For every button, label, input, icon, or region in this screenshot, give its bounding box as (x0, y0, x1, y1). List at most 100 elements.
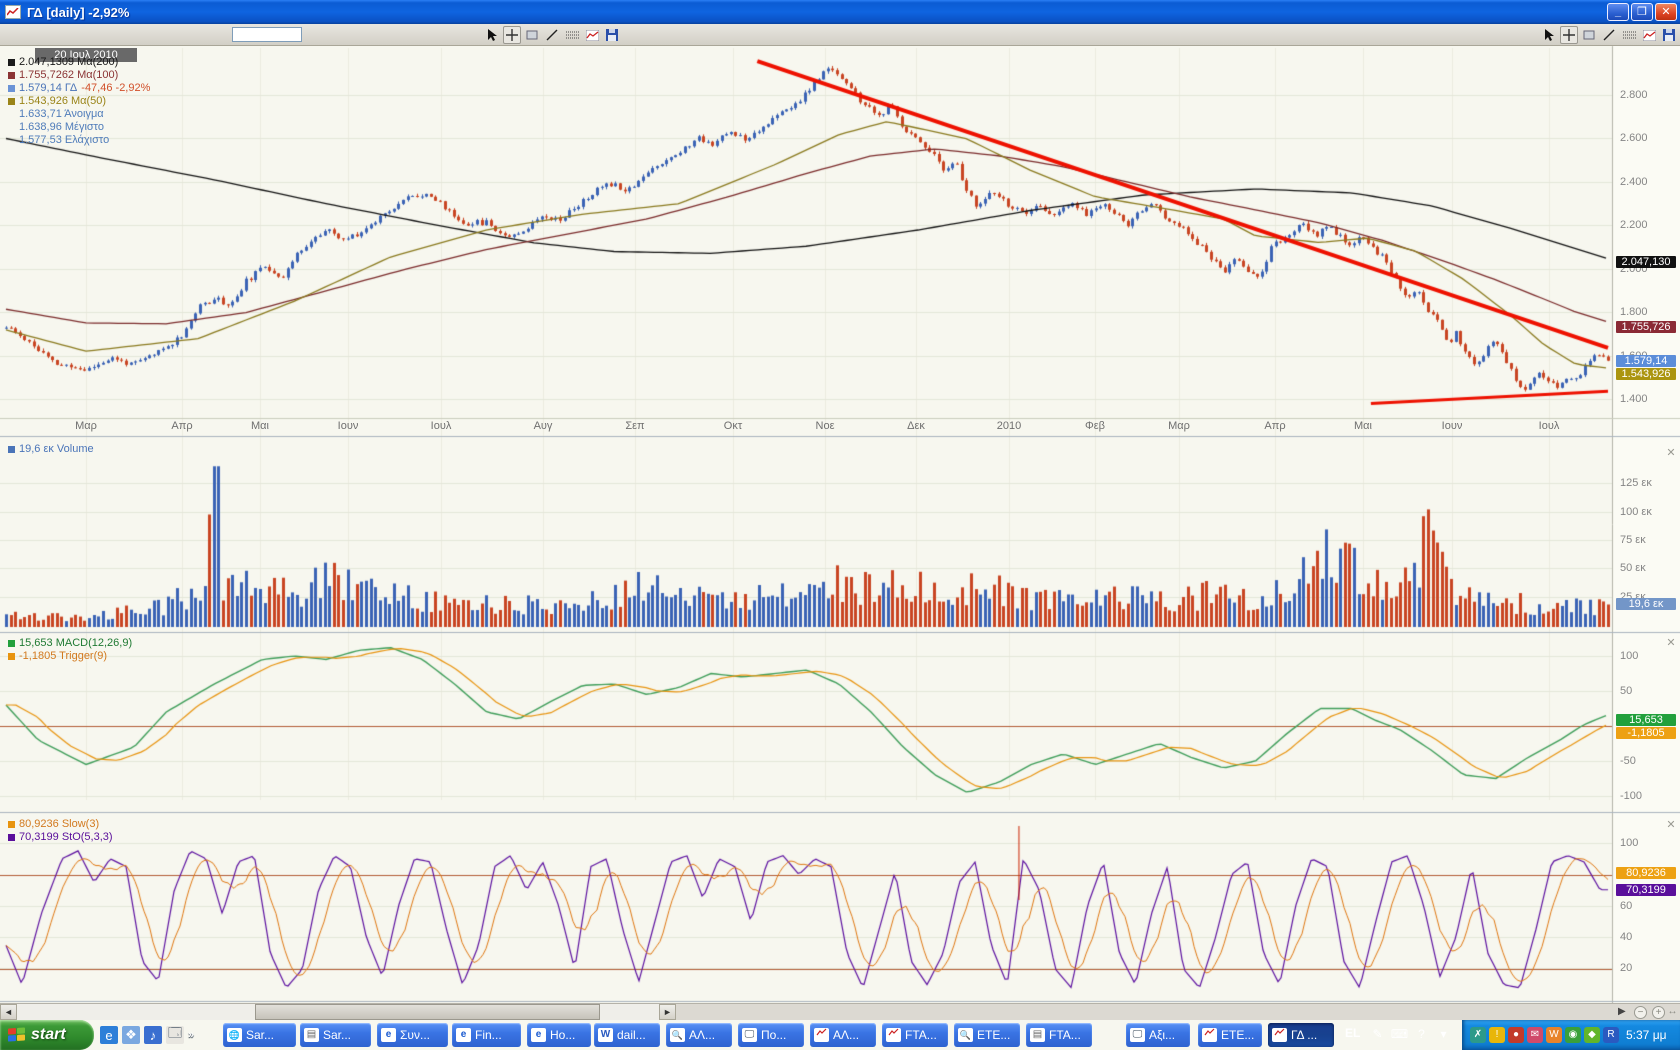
scroll-right-button[interactable]: ► (659, 1004, 676, 1020)
sto-panel-close-icon[interactable]: ✕ (1666, 820, 1676, 830)
chart-icon[interactable] (583, 26, 601, 44)
symbol-input[interactable] (232, 27, 302, 42)
keyboard-icon[interactable]: ⌨ (1390, 1025, 1409, 1044)
zoom-in-button[interactable]: + (1652, 1006, 1665, 1019)
taskbar-task-συν[interactable]: eΣυν... (377, 1023, 448, 1047)
sto-axis-tick: 40 (1620, 931, 1632, 943)
zoom-out-button[interactable]: − (1634, 1006, 1647, 1019)
language-indicator[interactable]: EL (1345, 1026, 1360, 1040)
taskbar-task-ete[interactable]: ETE... (1198, 1023, 1262, 1047)
trendline-icon[interactable] (1600, 26, 1618, 44)
macd-panel-close-icon[interactable]: ✕ (1666, 638, 1676, 648)
nvidia-icon[interactable]: ◆ (1584, 1027, 1600, 1043)
taskbar-task-dail[interactable]: Wdail... (594, 1023, 660, 1047)
pointer-icon[interactable] (1540, 26, 1558, 44)
taskbar-task-sar[interactable]: ▤Sar... (300, 1023, 371, 1047)
volume-legend-square (8, 446, 15, 453)
x-axis-month-label: Αυγ (534, 420, 553, 432)
chart-toolbar (0, 24, 1680, 46)
sto-legend-row-2: 70,3199 StO(5,3,3) (8, 831, 113, 843)
help-icon[interactable]: ? (1412, 1025, 1431, 1044)
security-shield-icon[interactable]: ! (1489, 1027, 1505, 1043)
taskbar-task-αλ[interactable]: 🔍ΑΛ... (666, 1023, 732, 1047)
task-label: Fin... (475, 1028, 502, 1042)
price-axis-tick: 1.400 (1620, 393, 1648, 405)
volume-axis-tick: 100 εκ (1620, 506, 1652, 518)
sto-axis-tick: 60 (1620, 900, 1632, 912)
x-axis-month-label: Ιουλ (1539, 420, 1560, 432)
taskbar-task-γδ[interactable]: ΓΔ ... (1268, 1023, 1334, 1047)
chart-icon[interactable] (1640, 26, 1658, 44)
taskbar-task-ho[interactable]: eHo... (527, 1023, 591, 1047)
grid-icon[interactable] (563, 26, 581, 44)
taskbar-task-fta[interactable]: ▤FTA... (1026, 1023, 1092, 1047)
quick-launch-overflow-chevron[interactable]: » (188, 1029, 194, 1041)
explorer-icon[interactable]: ❖ (122, 1026, 140, 1044)
taskbar-task-πο[interactable]: 🖵Πο... (738, 1023, 804, 1047)
grid-icon[interactable] (1620, 26, 1638, 44)
region-icon[interactable] (523, 26, 541, 44)
scrollbar-thumb[interactable] (255, 1004, 600, 1020)
taskbar-task-sar[interactable]: 🌐Sar... (223, 1023, 296, 1047)
x-axis-month-label: Φεβ (1085, 420, 1105, 432)
save-icon[interactable] (1660, 26, 1678, 44)
error-blocked-icon[interactable]: ● (1508, 1027, 1524, 1043)
task-label: Συν... (400, 1028, 430, 1042)
messenger-offline-icon[interactable]: ✗ (1470, 1027, 1486, 1043)
scroll-left-button[interactable]: ◄ (0, 1004, 17, 1020)
macd-value-badge: 15,653 (1616, 714, 1676, 726)
price-value-badge: 1.543,926 (1616, 368, 1676, 380)
pointer-icon[interactable] (483, 26, 501, 44)
price-legend-row: 1.579,14 ΓΔ -47,46 -2,92% (8, 82, 150, 94)
realplayer-icon[interactable]: R (1603, 1027, 1619, 1043)
crosshair-icon[interactable] (1560, 26, 1578, 44)
chevron-down-icon[interactable]: ▾ (1434, 1025, 1453, 1044)
price-axis-tick: 2.200 (1620, 219, 1648, 231)
taskbar-task-αλ[interactable]: ΑΛ... (810, 1023, 876, 1047)
fit-width-button[interactable]: ↔ (1666, 1006, 1679, 1019)
horizontal-scrollbar[interactable]: ◄ ► ▶ − + ↔ (0, 1003, 1680, 1020)
restore-button[interactable]: ❐ (1631, 3, 1653, 21)
volume-axis-tick: 75 εκ (1620, 534, 1646, 546)
taskbar-task-αξι[interactable]: 🖵Αξι... (1126, 1023, 1190, 1047)
task-label: ETE... (977, 1028, 1010, 1042)
legend-color-square (8, 59, 15, 66)
price-value-badge: 2.047,130 (1616, 256, 1676, 268)
trendline-icon[interactable] (543, 26, 561, 44)
price-axis-tick: 2.600 (1620, 132, 1648, 144)
macd-axis-tick: 50 (1620, 685, 1632, 697)
save-icon[interactable] (603, 26, 621, 44)
minimize-button[interactable]: _ (1607, 3, 1629, 21)
chart-icon (1202, 1028, 1217, 1042)
ie-icon: e (531, 1028, 546, 1042)
expand-right-button[interactable]: ▶ (1618, 1006, 1626, 1017)
show-desktop-icon[interactable]: 🗔 (166, 1026, 184, 1044)
task-label: Πο... (761, 1028, 786, 1042)
volume-panel-close-icon[interactable]: ✕ (1666, 448, 1676, 458)
close-button[interactable]: ✕ (1655, 3, 1677, 21)
price-legend-row: 1.543,926 Μα(50) (8, 95, 106, 107)
chart-icon (886, 1028, 901, 1042)
system-tray: ✗!●✉W◉◆R 5:37 μμ (1462, 1020, 1680, 1050)
region-icon[interactable] (1580, 26, 1598, 44)
price-legend-row: 2.047,1309 Μα(200) (8, 56, 118, 68)
sto-legend-square (8, 834, 15, 841)
chart-icon (814, 1028, 829, 1042)
mail-alert-icon[interactable]: ✉ (1527, 1027, 1543, 1043)
trigger-legend-square (8, 653, 15, 660)
volume-axis-tick: 50 εκ (1620, 562, 1646, 574)
ie-icon[interactable]: e (100, 1026, 118, 1044)
crosshair-icon[interactable] (503, 26, 521, 44)
x-axis-month-label: Ιουν (338, 420, 359, 432)
office-mail-icon[interactable]: W (1546, 1027, 1562, 1043)
chart-canvas[interactable] (0, 0, 1680, 1003)
toolbar-icon-group-center (483, 25, 621, 45)
media-icon[interactable]: ♪ (144, 1026, 162, 1044)
pen-icon[interactable]: ✎ (1368, 1025, 1387, 1044)
taskbar-task-fin[interactable]: eFin... (452, 1023, 521, 1047)
toolbar-icon: ▤ (304, 1028, 319, 1042)
updater-icon[interactable]: ◉ (1565, 1027, 1581, 1043)
taskbar-task-ete[interactable]: 🔍ETE... (954, 1023, 1020, 1047)
start-button[interactable]: start (0, 1020, 94, 1050)
taskbar-task-fta[interactable]: FTA... (882, 1023, 948, 1047)
